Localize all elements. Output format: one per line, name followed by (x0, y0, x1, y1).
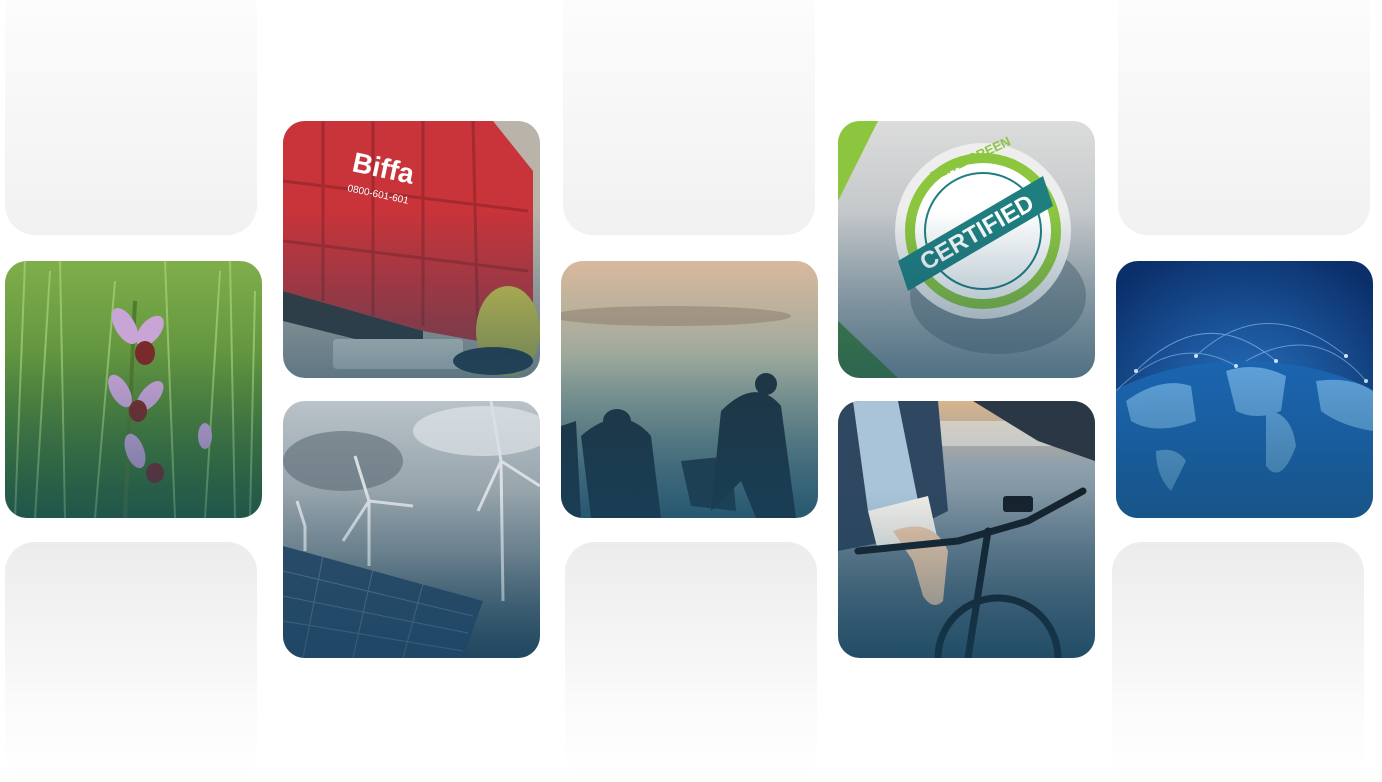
bee-orchid-meadow-photo-icon (5, 261, 262, 518)
placeholder-card (565, 542, 817, 782)
bicycle-commuter-photo (838, 401, 1095, 658)
placeholder-card (563, 0, 815, 235)
placeholder-card (5, 542, 257, 782)
wind-turbines-photo (283, 401, 540, 658)
litter-pickers-photo (561, 261, 818, 518)
litter-pickers-silhouette-photo-icon (561, 261, 818, 518)
digital-globe-photo (1116, 261, 1373, 518)
skip-bin-photo: Biffa 0800-601-601 (283, 121, 540, 378)
businessman-bicycle-photo-icon (838, 401, 1095, 658)
placeholder-card (1118, 0, 1370, 235)
wind-turbines-solar-panels-photo-icon (283, 401, 540, 658)
certified-badge-photo: ELITE GREEN CERTIFIED (838, 121, 1095, 378)
placeholder-card (5, 0, 257, 235)
red-skip-bin-photo-icon: Biffa 0800-601-601 (283, 121, 540, 378)
orchid-meadow-photo (5, 261, 262, 518)
placeholder-card (1112, 542, 1364, 782)
certified-badge-photo-icon: ELITE GREEN CERTIFIED (838, 121, 1095, 378)
digital-globe-network-photo-icon (1116, 261, 1373, 518)
